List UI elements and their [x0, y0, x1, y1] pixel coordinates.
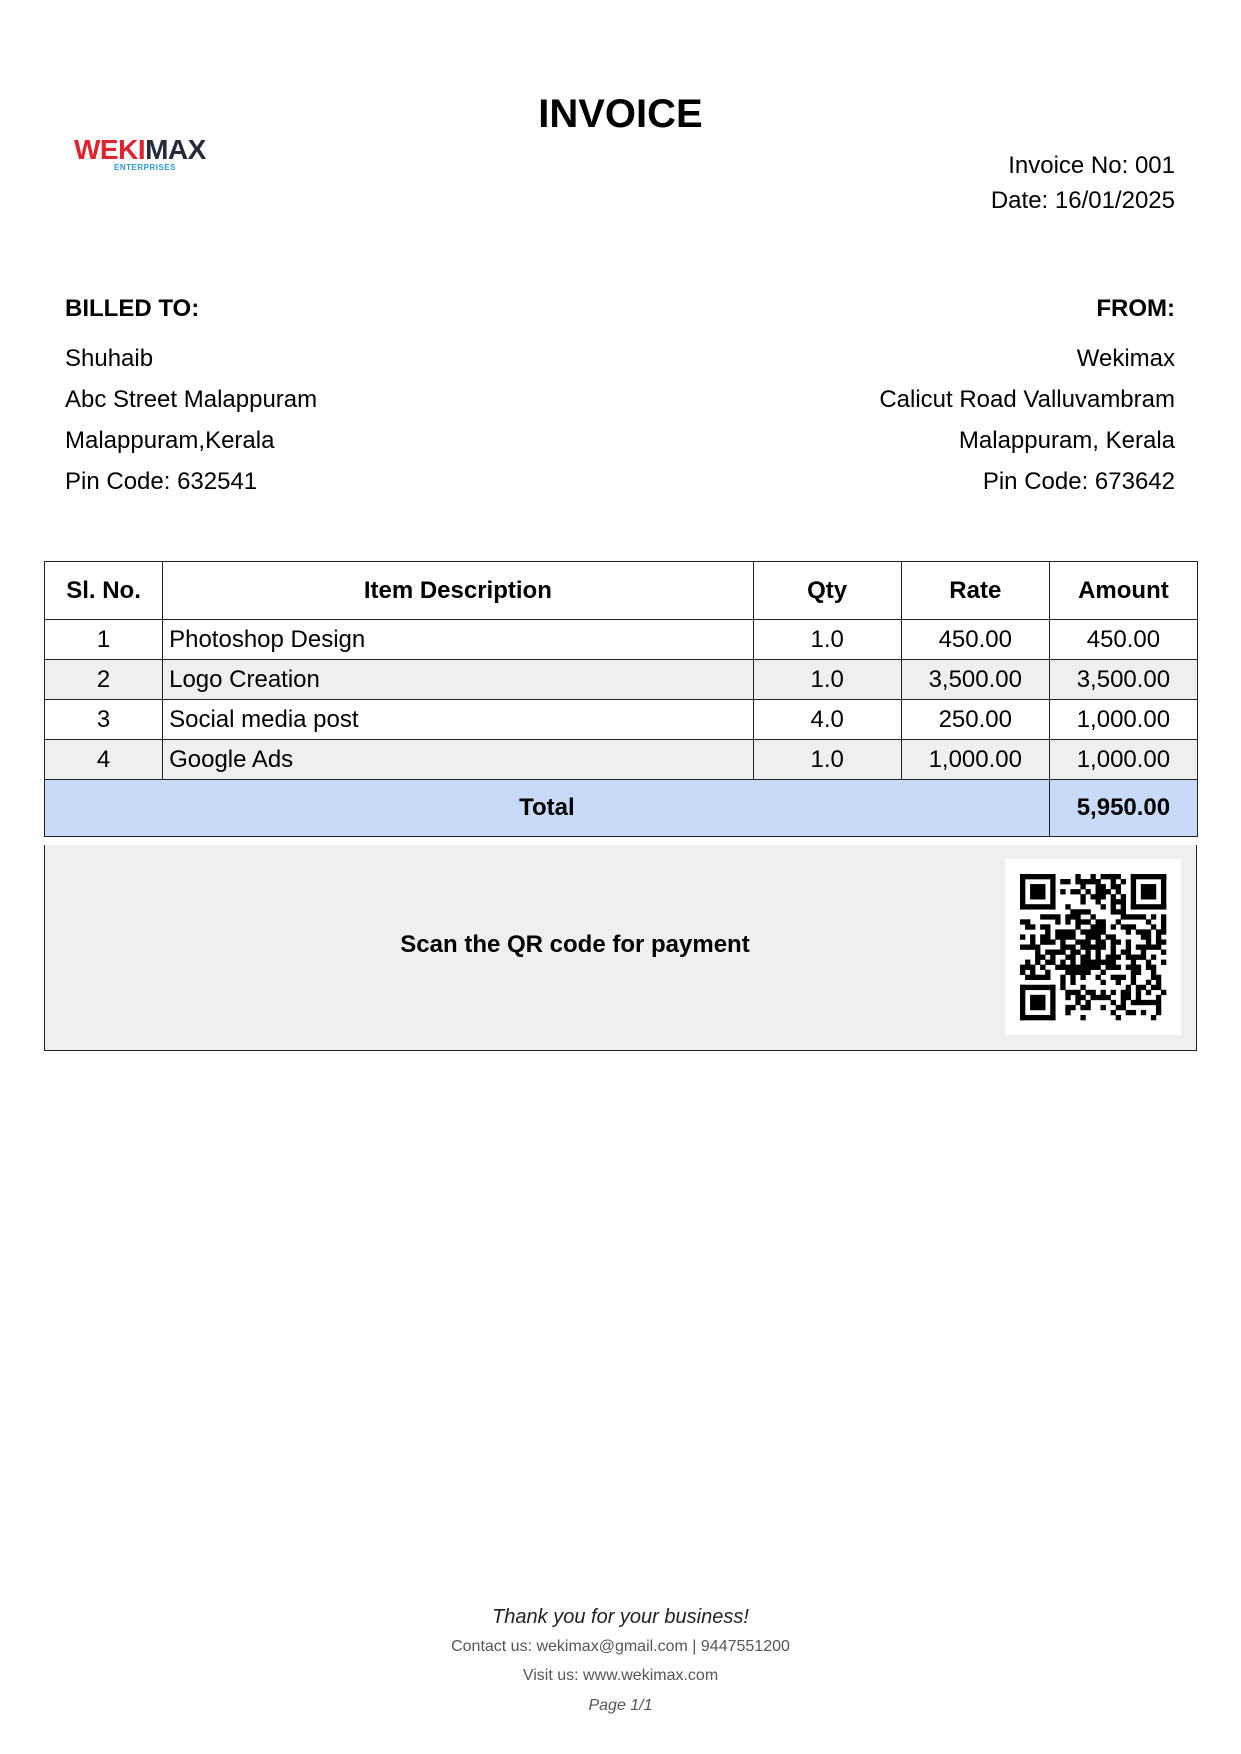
row-description: Social media post [162, 699, 754, 740]
logo-subtitle: ENTERPRISES [114, 163, 176, 172]
logo-wordmark: WEKIMAX [74, 136, 234, 164]
table-row: 3 Social media post 4.0 250.00 1,000.00 [43, 699, 1199, 740]
from-address-line1: Calicut Road Valluvambram [879, 386, 1175, 413]
row-qty: 1.0 [752, 739, 902, 780]
row-sl-no: 2 [43, 659, 164, 700]
footer-contact: Contact us: wekimax@gmail.com | 94475512… [451, 1638, 790, 1655]
company-logo: WEKIMAX ENTERPRISES [74, 136, 234, 176]
table-row: 1 Photoshop Design 1.0 450.00 450.00 [43, 619, 1199, 660]
header-sl-no: Sl. No. [43, 561, 164, 620]
row-sl-no: 3 [43, 699, 164, 740]
logo-text-red: WEKI [74, 134, 146, 165]
row-description: Google Ads [162, 739, 754, 780]
from-heading: FROM: [1096, 295, 1175, 322]
row-rate: 250.00 [900, 699, 1050, 740]
row-description: Photoshop Design [162, 619, 754, 660]
from-block: FROM: Wekimax Calicut Road Valluvambram … [879, 288, 1175, 502]
total-label: Total [44, 779, 1050, 837]
billed-to-name: Shuhaib [65, 345, 154, 372]
row-qty: 4.0 [752, 699, 902, 740]
billed-to-pin: Pin Code: 632541 [65, 468, 258, 495]
invoice-date: Date: 16/01/2025 [990, 187, 1175, 214]
row-amount: 450.00 [1048, 619, 1199, 660]
row-amount: 1,000.00 [1048, 699, 1199, 740]
payment-section: Scan the QR code for payment [44, 845, 1197, 1051]
row-qty: 1.0 [752, 659, 902, 700]
header-rate: Rate [900, 561, 1050, 620]
from-pin: Pin Code: 673642 [982, 468, 1175, 495]
row-rate: 450.00 [900, 619, 1050, 660]
header-item-description: Item Description [162, 561, 754, 620]
invoice-meta: Invoice No: 001 Date: 16/01/2025 [991, 148, 1175, 218]
billed-to-heading: BILLED TO: [65, 295, 200, 322]
from-name: Wekimax [1076, 345, 1175, 372]
total-row: Total 5,950.00 [44, 779, 1199, 837]
table-row: 2 Logo Creation 1.0 3,500.00 3,500.00 [43, 659, 1199, 700]
row-rate: 1,000.00 [900, 739, 1050, 780]
table-header-row: Sl. No. Item Description Qty Rate Amount [43, 561, 1199, 620]
row-sl-no: 4 [43, 739, 164, 780]
row-amount: 3,500.00 [1048, 659, 1199, 700]
total-value: 5,950.00 [1048, 779, 1199, 837]
billed-to-address-line2: Malappuram,Kerala [65, 427, 275, 454]
footer-thanks: Thank you for your business! [492, 1606, 749, 1628]
row-qty: 1.0 [752, 619, 902, 660]
invoice-number: Invoice No: 001 [1008, 152, 1175, 179]
footer-page-number: Page 1/1 [588, 1697, 653, 1714]
billed-to-block: BILLED TO: Shuhaib Abc Street Malappuram… [65, 288, 317, 502]
items-table: Sl. No. Item Description Qty Rate Amount… [43, 561, 1199, 837]
header-qty: Qty [752, 561, 902, 620]
row-sl-no: 1 [43, 619, 164, 660]
from-address-line2: Malappuram, Kerala [958, 427, 1175, 454]
row-amount: 1,000.00 [1048, 739, 1199, 780]
table-row: 4 Google Ads 1.0 1,000.00 1,000.00 [43, 739, 1199, 780]
row-rate: 3,500.00 [900, 659, 1050, 700]
footer-website: Visit us: www.wekimax.com [522, 1667, 719, 1684]
billed-to-address-line1: Abc Street Malappuram [65, 386, 318, 413]
header-amount: Amount [1048, 561, 1199, 620]
invoice-page: WEKIMAX ENTERPRISES INVOICE Invoice No: … [0, 0, 1241, 1754]
qr-code-icon [1005, 859, 1181, 1035]
qr-instruction: Scan the QR code for payment [400, 931, 750, 958]
invoice-title: INVOICE [538, 92, 703, 136]
logo-text-dark: MAX [145, 134, 206, 165]
row-description: Logo Creation [162, 659, 754, 700]
